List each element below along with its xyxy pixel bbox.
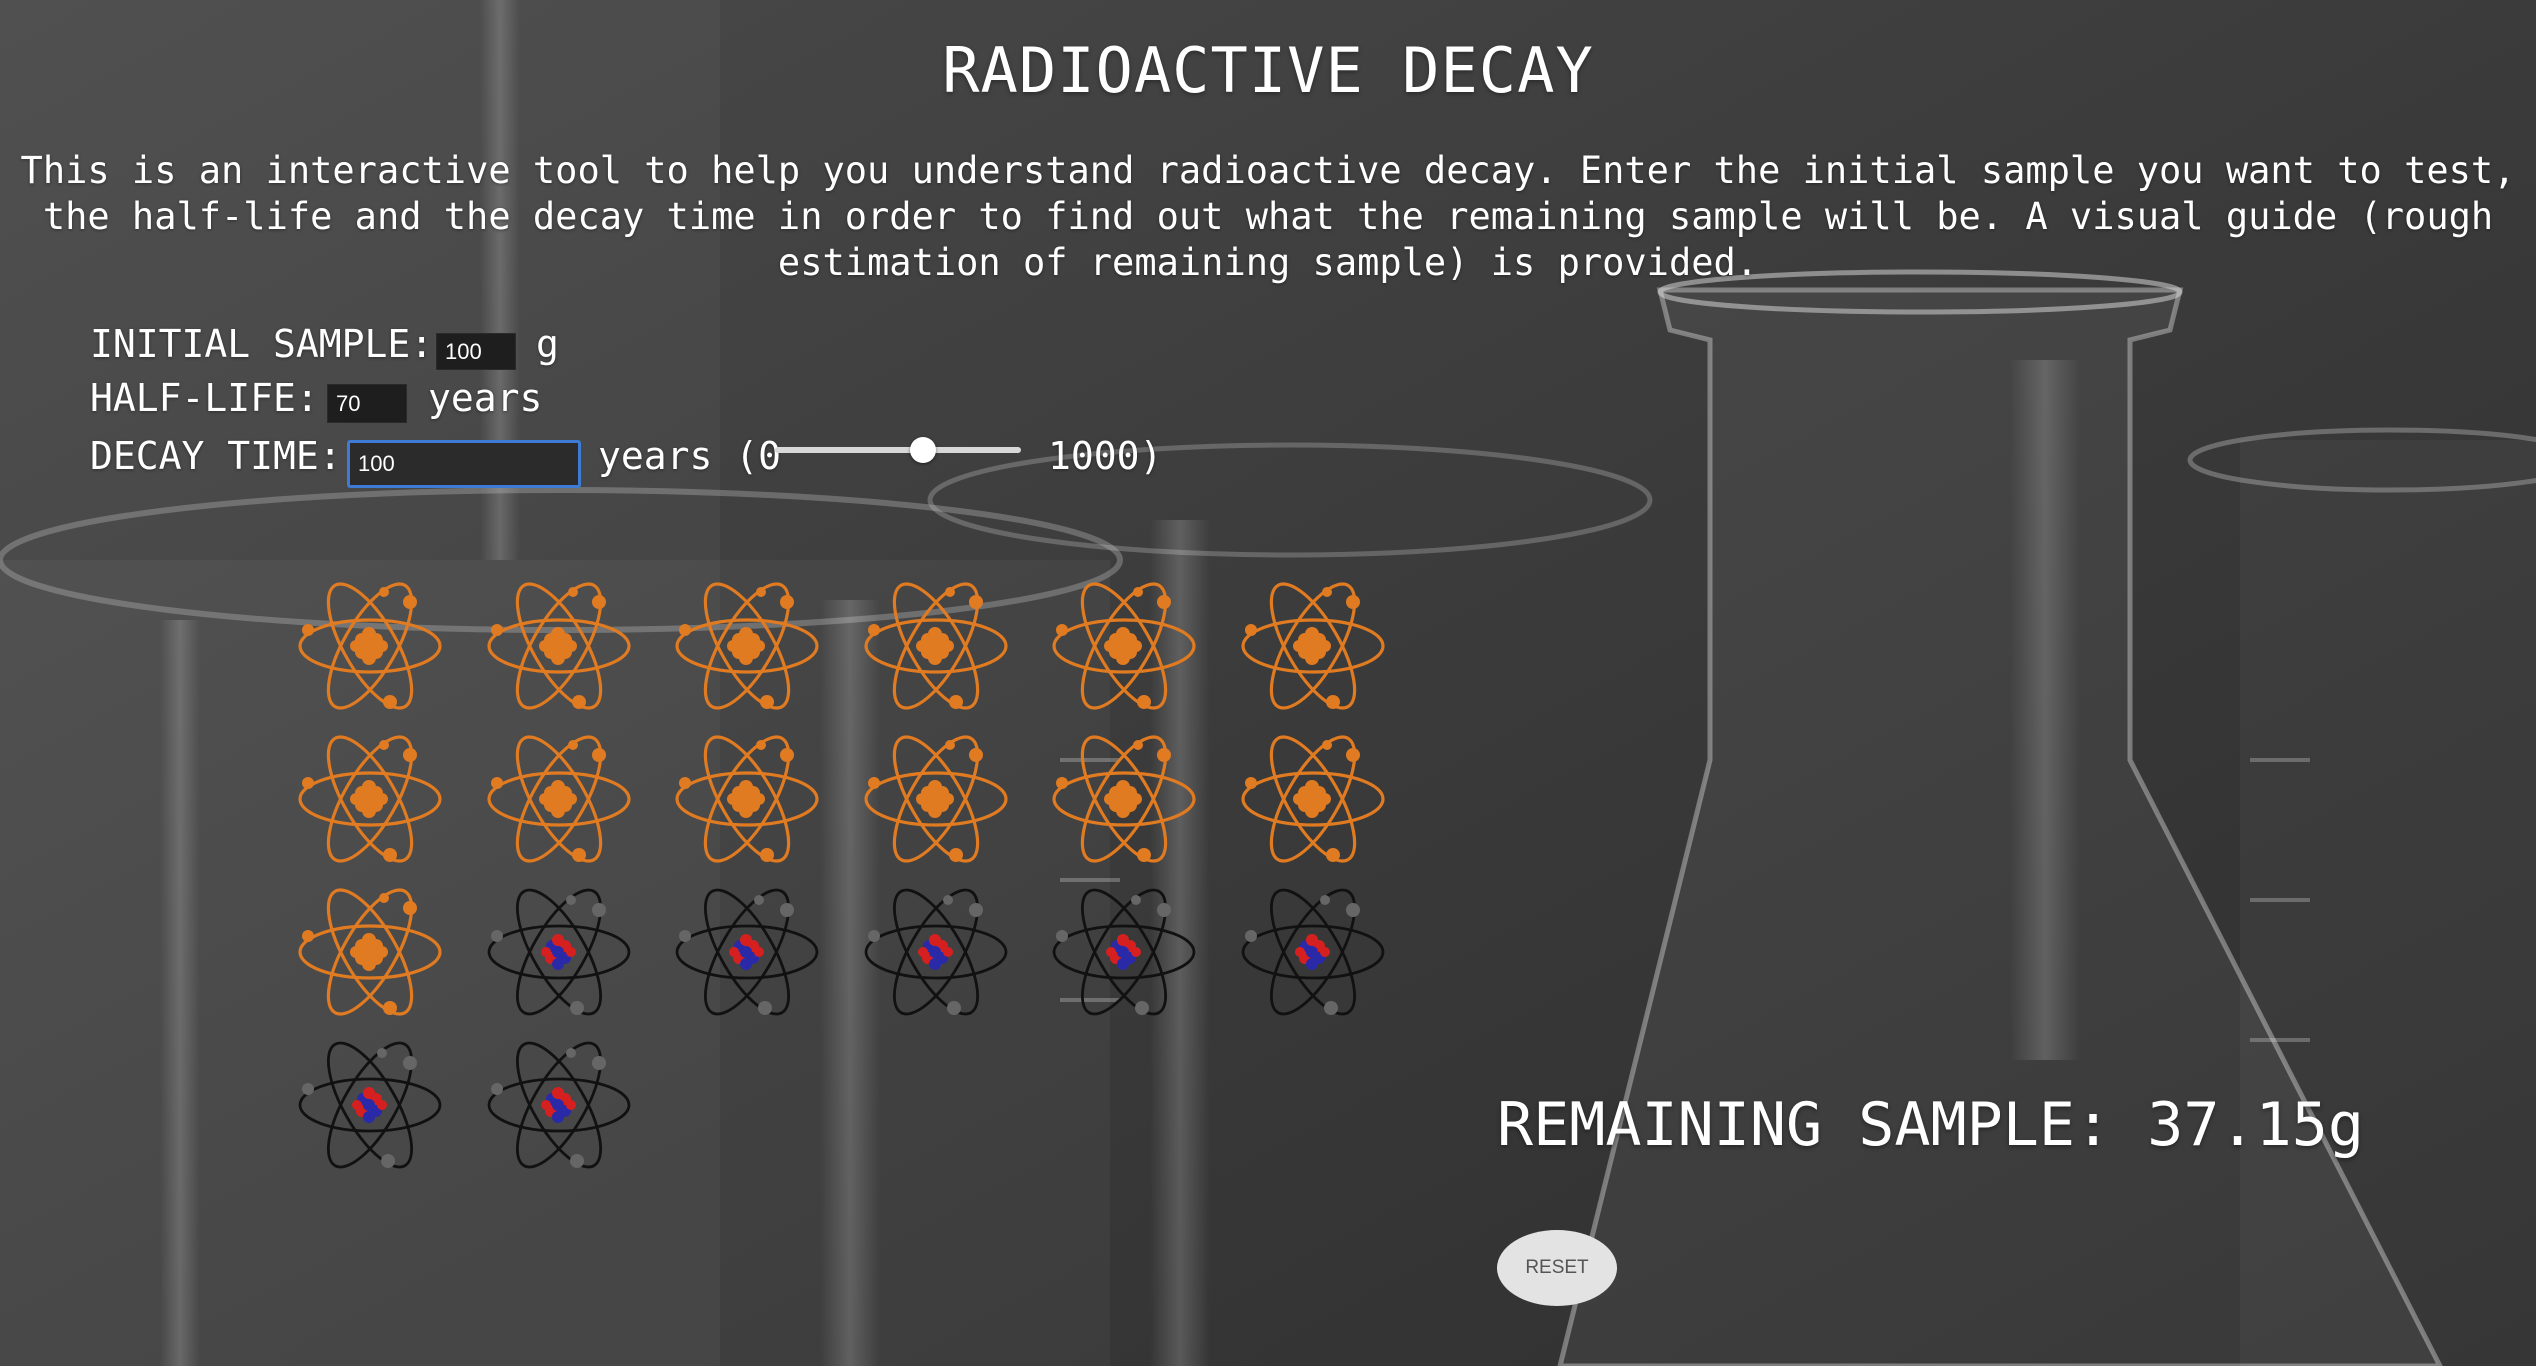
decay-time-slider-thumb[interactable]: [909, 437, 936, 463]
half-life-input[interactable]: [327, 384, 407, 423]
initial-sample-input[interactable]: [436, 333, 516, 370]
half-life-unit: years: [428, 376, 543, 420]
black-atom-icon: [485, 878, 633, 1026]
decay-time-label: DECAY TIME:: [90, 434, 342, 478]
orange-atom-icon: [862, 725, 1010, 873]
page-title: RADIOACTIVE DECAY: [942, 34, 1594, 107]
slider-max-label: 1000): [1048, 434, 1163, 478]
initial-sample-unit: g: [536, 322, 559, 366]
black-atom-icon: [862, 878, 1010, 1026]
black-atom-icon: [1239, 878, 1387, 1026]
atom-visual-guide: [296, 572, 1406, 1182]
orange-atom-icon: [296, 572, 444, 720]
black-atom-icon: [1050, 878, 1198, 1026]
orange-atom-icon: [296, 725, 444, 873]
initial-sample-label: INITIAL SAMPLE:: [90, 322, 434, 366]
decay-time-unit: years (0: [598, 434, 782, 478]
black-atom-icon: [485, 1031, 633, 1179]
orange-atom-icon: [1050, 725, 1198, 873]
orange-atom-icon: [673, 725, 821, 873]
orange-atom-icon: [1239, 572, 1387, 720]
orange-atom-icon: [485, 725, 633, 873]
black-atom-icon: [296, 1031, 444, 1179]
decay-time-slider-track[interactable]: [775, 447, 1021, 453]
reset-button[interactable]: RESET: [1497, 1230, 1617, 1306]
orange-atom-icon: [862, 572, 1010, 720]
orange-atom-icon: [1239, 725, 1387, 873]
orange-atom-icon: [485, 572, 633, 720]
decay-time-input[interactable]: [347, 440, 581, 488]
black-atom-icon: [673, 878, 821, 1026]
orange-atom-icon: [1050, 572, 1198, 720]
intro-paragraph: This is an interactive tool to help you …: [20, 149, 2516, 284]
orange-atom-icon: [296, 878, 444, 1026]
half-life-label: HALF-LIFE:: [90, 376, 319, 420]
orange-atom-icon: [673, 572, 821, 720]
remaining-sample-result: REMAINING SAMPLE: 37.15g: [1497, 1090, 2364, 1160]
